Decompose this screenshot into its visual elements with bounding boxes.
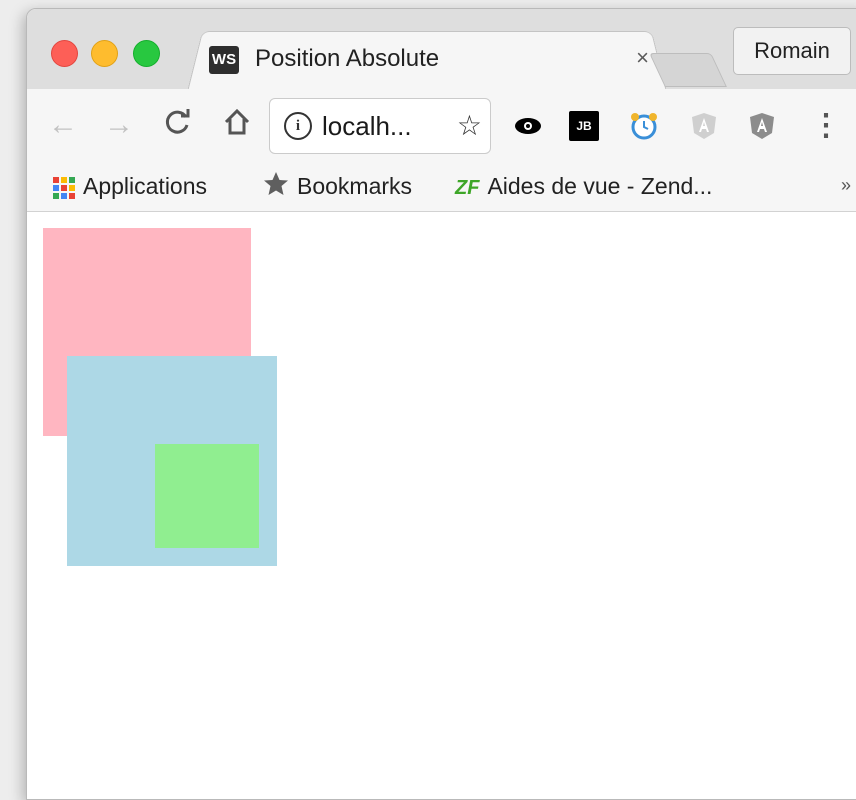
tab-close-icon[interactable]: × xyxy=(636,45,649,71)
zf-icon: ZF xyxy=(455,177,480,199)
eye-icon-svg xyxy=(515,118,541,134)
angular-devtools-icon-svg xyxy=(750,113,774,139)
bookmark-zend-label: Aides de vue - Zend... xyxy=(487,173,713,199)
toolbar: ← → i localh... ☆ JB ⋮ xyxy=(27,89,856,161)
tab-strip: WS Position Absolute × Romain xyxy=(27,9,856,93)
angular-devtools-icon[interactable] xyxy=(747,111,777,141)
browser-window: WS Position Absolute × Romain ← → i loca… xyxy=(26,8,856,800)
bookmark-bookmarks-label: Bookmarks xyxy=(297,173,413,199)
angular-icon[interactable] xyxy=(689,111,719,141)
bookmark-applications[interactable]: Applications xyxy=(53,171,207,201)
reload-icon-svg xyxy=(165,109,190,134)
bookmarks-overflow-icon[interactable]: » xyxy=(841,175,851,196)
alarm-clock-icon-svg xyxy=(631,113,657,140)
reload-icon[interactable] xyxy=(159,107,195,143)
maximize-window-button[interactable] xyxy=(133,40,160,67)
alarm-clock-icon[interactable] xyxy=(629,111,659,141)
bookmark-star-icon[interactable]: ☆ xyxy=(457,109,482,142)
bookmark-applications-label: Applications xyxy=(83,173,208,199)
star-icon xyxy=(263,171,289,204)
profile-button[interactable]: Romain xyxy=(733,27,851,75)
apps-grid-icon xyxy=(53,176,75,199)
minimize-window-button[interactable] xyxy=(91,40,118,67)
menu-icon[interactable]: ⋮ xyxy=(811,111,841,141)
angular-icon-svg xyxy=(692,113,716,139)
tab-favicon-icon: WS xyxy=(209,46,239,74)
tab-title: Position Absolute xyxy=(255,45,440,72)
home-icon[interactable] xyxy=(219,107,255,143)
tab-content[interactable]: WS Position Absolute × xyxy=(209,39,649,83)
jetbrains-icon[interactable]: JB xyxy=(569,111,599,141)
eye-icon[interactable] xyxy=(513,111,543,141)
close-window-button[interactable] xyxy=(51,40,78,67)
bookmark-zend[interactable]: ZF Aides de vue - Zend... xyxy=(455,171,712,201)
info-icon[interactable]: i xyxy=(284,112,312,140)
green-box xyxy=(155,444,259,548)
url-text[interactable]: localh... xyxy=(322,111,412,142)
forward-arrow-icon[interactable]: → xyxy=(101,107,137,143)
star-icon-svg xyxy=(264,172,288,196)
address-bar[interactable]: i localh... ☆ xyxy=(269,98,491,154)
bookmark-bookmarks[interactable]: Bookmarks xyxy=(263,171,412,201)
home-icon-svg xyxy=(224,108,250,135)
back-arrow-icon[interactable]: ← xyxy=(45,107,81,143)
page-viewport xyxy=(27,212,856,799)
bookmarks-bar: Applications Bookmarks ZF Aides de vue - … xyxy=(27,161,856,212)
